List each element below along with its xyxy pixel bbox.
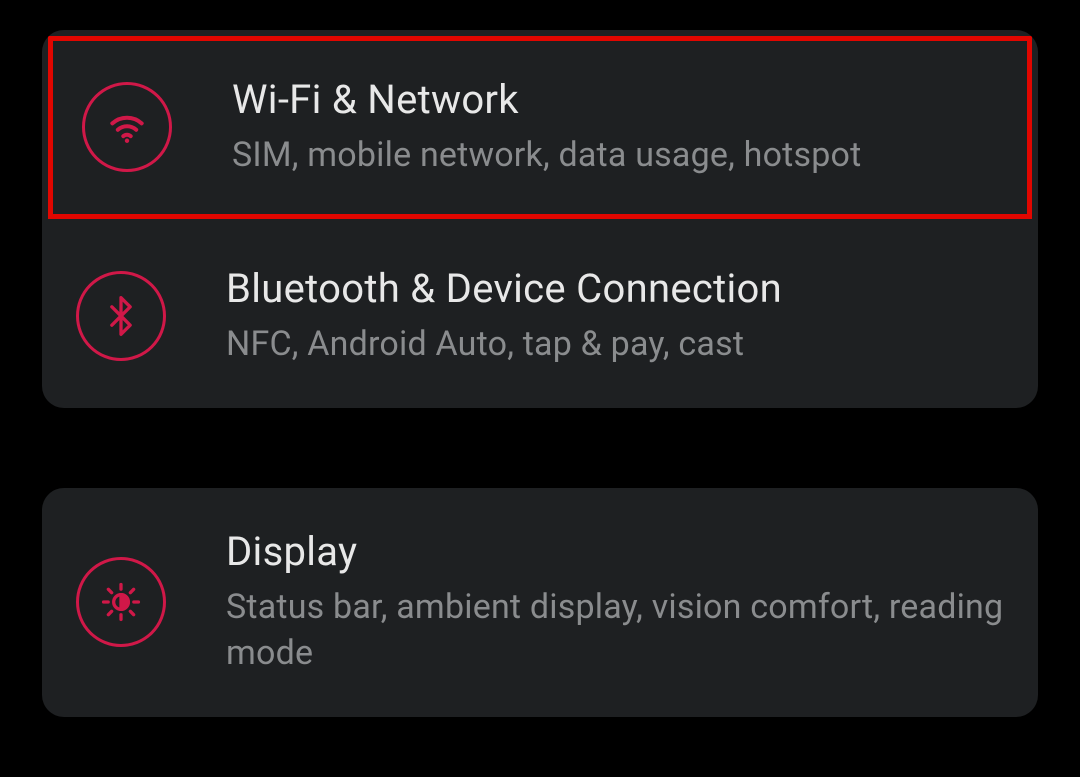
wifi-icon	[82, 82, 172, 172]
settings-item-title: Wi-Fi & Network	[232, 76, 998, 123]
settings-item-subtitle: SIM, mobile network, data usage, hotspot	[232, 133, 998, 179]
settings-item-text: Wi-Fi & Network SIM, mobile network, dat…	[232, 76, 998, 179]
settings-item-text: Bluetooth & Device Connection NFC, Andro…	[226, 265, 1004, 368]
settings-item-wifi-network[interactable]: Wi-Fi & Network SIM, mobile network, dat…	[48, 36, 1032, 219]
bluetooth-icon	[76, 271, 166, 361]
settings-item-title: Bluetooth & Device Connection	[226, 265, 1004, 312]
settings-item-bluetooth-device[interactable]: Bluetooth & Device Connection NFC, Andro…	[42, 225, 1038, 408]
settings-item-display[interactable]: Display Status bar, ambient display, vis…	[42, 488, 1038, 717]
settings-item-subtitle: NFC, Android Auto, tap & pay, cast	[226, 322, 1004, 368]
settings-item-title: Display	[226, 528, 1004, 575]
settings-group-1: Wi-Fi & Network SIM, mobile network, dat…	[42, 30, 1038, 408]
settings-item-text: Display Status bar, ambient display, vis…	[226, 528, 1004, 677]
settings-group-2: Display Status bar, ambient display, vis…	[42, 488, 1038, 717]
brightness-icon	[76, 557, 166, 647]
settings-item-subtitle: Status bar, ambient display, vision comf…	[226, 585, 1004, 677]
